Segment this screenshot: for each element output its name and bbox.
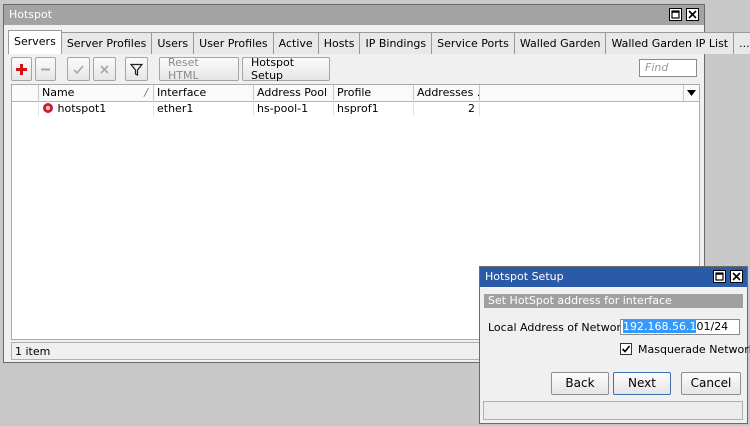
tab-service-ports[interactable]: Service Ports bbox=[431, 32, 515, 54]
table-header: Name / Interface Address Pool Profile Ad… bbox=[12, 85, 699, 102]
close-icon[interactable] bbox=[686, 8, 699, 21]
hotspot-server-icon bbox=[43, 103, 53, 113]
cancel-button[interactable]: Cancel bbox=[681, 372, 741, 395]
find-input[interactable]: Find bbox=[639, 59, 697, 77]
column-name[interactable]: Name / bbox=[39, 85, 154, 101]
dialog-status-bar bbox=[483, 401, 743, 420]
back-button[interactable]: Back bbox=[551, 372, 609, 395]
masquerade-label: Masquerade Network bbox=[638, 343, 750, 356]
toolbar: Reset HTML Hotspot Setup Find bbox=[11, 56, 700, 82]
dialog-maximize-icon[interactable] bbox=[713, 270, 726, 283]
window-titlebar[interactable]: Hotspot bbox=[4, 5, 704, 25]
window-title: Hotspot bbox=[9, 8, 53, 21]
add-button[interactable] bbox=[11, 57, 32, 81]
cell-address-pool: hs-pool-1 bbox=[254, 101, 334, 116]
dialog-title: Hotspot Setup bbox=[485, 270, 564, 283]
column-checkbox[interactable] bbox=[12, 85, 39, 101]
tab-ip-bindings[interactable]: IP Bindings bbox=[359, 32, 433, 54]
sort-indicator: / bbox=[144, 86, 148, 99]
plus-icon bbox=[16, 63, 27, 75]
tab-walled-garden[interactable]: Walled Garden bbox=[513, 32, 607, 54]
row-checkbox[interactable] bbox=[12, 101, 39, 116]
cell-name: hotspot1 bbox=[39, 101, 154, 116]
tab-hosts[interactable]: Hosts bbox=[317, 32, 361, 54]
hotspot-setup-dialog: Hotspot Setup Set HotSpot address for in… bbox=[479, 266, 750, 424]
tab-active[interactable]: Active bbox=[272, 32, 319, 54]
local-address-label: Local Address of Network: bbox=[488, 321, 632, 334]
check-icon bbox=[73, 64, 84, 74]
dialog-titlebar[interactable]: Hotspot Setup bbox=[480, 267, 747, 287]
next-button[interactable]: Next bbox=[613, 372, 671, 395]
chevron-down-icon bbox=[687, 90, 696, 96]
reset-html-button[interactable]: Reset HTML bbox=[159, 56, 239, 82]
dialog-subtitle: Set HotSpot address for interface bbox=[484, 294, 743, 308]
tab-server-profiles[interactable]: Server Profiles bbox=[60, 32, 153, 54]
tab-users[interactable]: Users bbox=[151, 32, 195, 54]
dialog-close-icon[interactable] bbox=[730, 270, 743, 283]
table-row[interactable]: hotspot1 ether1 hs-pool-1 hsprof1 2 bbox=[12, 101, 699, 116]
local-address-selection: 192.168.56.1 bbox=[623, 320, 697, 333]
tab-user-profiles[interactable]: User Profiles bbox=[193, 32, 274, 54]
remove-button[interactable] bbox=[35, 57, 56, 81]
maximize-icon[interactable] bbox=[669, 8, 682, 21]
column-interface[interactable]: Interface bbox=[154, 85, 254, 101]
hotspot-setup-button[interactable]: Hotspot Setup bbox=[242, 56, 330, 82]
tab-servers[interactable]: Servers bbox=[8, 30, 62, 54]
column-addresses[interactable]: Addresses ... bbox=[414, 85, 480, 101]
column-menu-button[interactable] bbox=[683, 85, 699, 101]
filter-icon bbox=[130, 63, 143, 76]
cell-interface: ether1 bbox=[154, 101, 254, 116]
masquerade-checkbox[interactable] bbox=[620, 343, 632, 355]
column-name-label: Name bbox=[42, 86, 75, 99]
cell-addresses: 2 bbox=[414, 101, 480, 116]
tab-more[interactable]: ... bbox=[733, 32, 750, 54]
cell-profile: hsprof1 bbox=[334, 101, 414, 116]
local-address-rest: 01/24 bbox=[696, 320, 729, 333]
minus-icon bbox=[41, 68, 50, 70]
column-address-pool[interactable]: Address Pool bbox=[254, 85, 334, 101]
enable-button[interactable] bbox=[67, 57, 90, 81]
filter-button[interactable] bbox=[125, 57, 148, 81]
disable-button[interactable] bbox=[93, 57, 116, 81]
tab-walled-garden-ip-list[interactable]: Walled Garden IP List bbox=[605, 32, 735, 54]
local-address-input[interactable]: 192.168.56.101/24 bbox=[620, 319, 740, 335]
checkmark-icon bbox=[621, 345, 631, 353]
cross-icon bbox=[100, 64, 109, 74]
column-profile[interactable]: Profile bbox=[334, 85, 414, 101]
tab-strip: Servers Server Profiles Users User Profi… bbox=[8, 30, 750, 54]
